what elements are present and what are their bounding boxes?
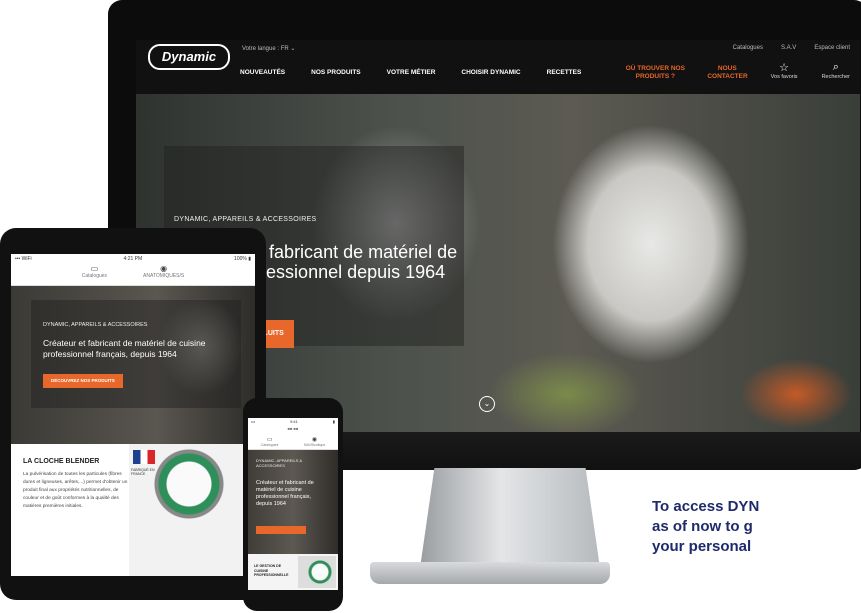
phone-screen: ••• 9:41 ▮ ■■ ■■ ▭ Catalogues ◉ SAV/Bout… <box>248 418 338 590</box>
site-topbar: Votre langue : FR ⌄ Catalogues S.A.V Esp… <box>136 40 860 58</box>
nav-item-votre-metier[interactable]: VOTRE MÉTIER <box>387 69 436 81</box>
tablet-hero-kicker: DYNAMIC, APPAREILS & ACCESSOIRES <box>43 322 148 328</box>
dynamic-logo[interactable]: Dynamic <box>148 44 230 70</box>
flag-label: FABRIQUÉ EN FRANCE <box>131 468 155 476</box>
phone-catalogues-label: Catalogues <box>260 443 279 447</box>
tablet-status-bar: ••• WiFi 4:21 PM 100% ▮ <box>11 254 255 264</box>
imac-stand <box>420 468 600 568</box>
phone-hero-button[interactable] <box>256 526 306 534</box>
phone-time: 9:41 <box>290 419 298 424</box>
promo-line-1: To access DYN <box>652 498 760 515</box>
favorites-label: Vos favoris <box>770 74 798 80</box>
tablet-second-link[interactable]: ◉ ANATOMIQUES/S <box>143 264 184 285</box>
tablet-card-image: FABRIQUÉ EN FRANCE <box>129 444 255 576</box>
tablet-battery: 100% ▮ <box>234 256 251 262</box>
tablet-hero-title: Créateur et fabricant de matériel de cui… <box>43 338 206 359</box>
top-links: Catalogues S.A.V Espace client <box>733 45 850 51</box>
promo-line-2: as of now to g <box>652 518 753 535</box>
phone-links: ▭ Catalogues ◉ SAV/Boutique <box>248 436 338 450</box>
nav-item-nos-produits[interactable]: NOS PRODUITS <box>311 69 360 81</box>
nav-item-choisir-dynamic[interactable]: CHOISIR DYNAMIC <box>461 69 520 81</box>
chat-icon: ◉ <box>311 437 318 443</box>
phone-sav-label: SAV/Boutique <box>303 443 326 447</box>
nav-item-where-to-find[interactable]: OÙ TROUVER NOS PRODUITS ? <box>625 65 685 81</box>
tablet-card-title: LA CLOCHE BLENDER <box>23 458 100 465</box>
tablet-screen: ••• WiFi 4:21 PM 100% ▮ ▭ Catalogues ◉ A… <box>11 254 255 576</box>
promo-text: To access DYN as of now to g your person… <box>652 497 861 557</box>
tablet-time: 4:21 PM <box>123 256 143 262</box>
book-icon: ▭ <box>266 437 273 443</box>
phone-sav-link[interactable]: ◉ SAV/Boutique <box>304 436 326 449</box>
nav-menu: NOUVEAUTÉS NOS PRODUITS VOTRE MÉTIER CHO… <box>240 65 748 81</box>
tablet-catalogues-link[interactable]: ▭ Catalogues <box>82 264 107 285</box>
tablet-hero: DYNAMIC, APPAREILS & ACCESSOIRES Créateu… <box>11 286 255 444</box>
star-icon: ☆ <box>779 62 790 74</box>
tablet-product-card[interactable]: LA CLOCHE BLENDER La pulvérisation de to… <box>11 444 255 576</box>
scroll-down-icon[interactable]: ⌄ <box>479 396 495 412</box>
phone-status-bar: ••• 9:41 ▮ <box>248 418 338 426</box>
nav-icons: ☆ Vos favoris ⌕ Rechercher <box>771 61 850 80</box>
tablet-card-text: LA CLOCHE BLENDER La pulvérisation de to… <box>11 444 129 576</box>
phone-hero: DYNAMIC, APPAREILS & ACCESSOIRES Créateu… <box>248 450 338 554</box>
tablet-links: ▭ Catalogues ◉ ANATOMIQUES/S <box>11 264 255 286</box>
phone-hero-title: Créateur et fabricant de matériel de cui… <box>256 480 314 507</box>
phone-card-image <box>298 556 336 588</box>
phone-card-title: LE GESTION DE CUISINE PROFESSIONNELLE <box>254 564 289 577</box>
tablet-second-label: ANATOMIQUES/S <box>143 273 185 279</box>
sav-link[interactable]: S.A.V <box>781 45 796 51</box>
nav-item-contact[interactable]: NOUS CONTACTER <box>707 65 747 81</box>
device-mockup-stage: Votre langue : FR ⌄ Catalogues S.A.V Esp… <box>0 0 861 613</box>
site-nav: Dynamic NOUVEAUTÉS NOS PRODUITS VOTRE MÉ… <box>136 44 860 94</box>
search-icon: ⌕ <box>832 61 839 73</box>
tablet-catalogues-label: Catalogues <box>81 273 108 279</box>
phone-top-bar: ■■ ■■ <box>287 426 299 431</box>
hero-kicker: DYNAMIC, APPAREILS & ACCESSOIRES <box>174 216 317 223</box>
phone-signal: ••• <box>251 419 256 424</box>
nav-item-recettes[interactable]: RECETTES <box>547 69 582 81</box>
espace-client-link[interactable]: Espace client <box>814 45 850 51</box>
phone-product-card[interactable]: LE GESTION DE CUISINE PROFESSIONNELLE <box>248 554 338 590</box>
phone-hero-kicker: DYNAMIC, APPAREILS & ACCESSOIRES <box>256 458 303 468</box>
phone-device: ••• 9:41 ▮ ■■ ■■ ▭ Catalogues ◉ SAV/Bout… <box>243 398 343 611</box>
search-label: Rechercher <box>821 74 850 80</box>
book-icon: ▭ <box>90 264 99 273</box>
nav-item-nouveautes[interactable]: NOUVEAUTÉS <box>240 69 285 81</box>
promo-line-3: your personal <box>652 538 752 555</box>
catalogues-link[interactable]: Catalogues <box>733 45 763 51</box>
favorites-button[interactable]: ☆ Vos favoris <box>771 61 798 80</box>
language-selector[interactable]: Votre langue : FR ⌄ <box>242 45 295 52</box>
chat-icon: ◉ <box>160 264 168 273</box>
tablet-card-body: La pulvérisation de toutes les particule… <box>23 472 128 509</box>
tablet-device: ••• WiFi 4:21 PM 100% ▮ ▭ Catalogues ◉ A… <box>0 228 266 600</box>
search-button[interactable]: ⌕ Rechercher <box>822 61 850 80</box>
tablet-hero-button[interactable]: DÉCOUVREZ NOS PRODUITS <box>43 374 123 388</box>
french-flag-icon <box>133 450 155 464</box>
imac-stand-base <box>370 562 610 584</box>
tablet-signal: ••• WiFi <box>15 256 32 262</box>
phone-catalogues-link[interactable]: ▭ Catalogues <box>261 436 279 449</box>
phone-battery: ▮ <box>332 419 335 424</box>
